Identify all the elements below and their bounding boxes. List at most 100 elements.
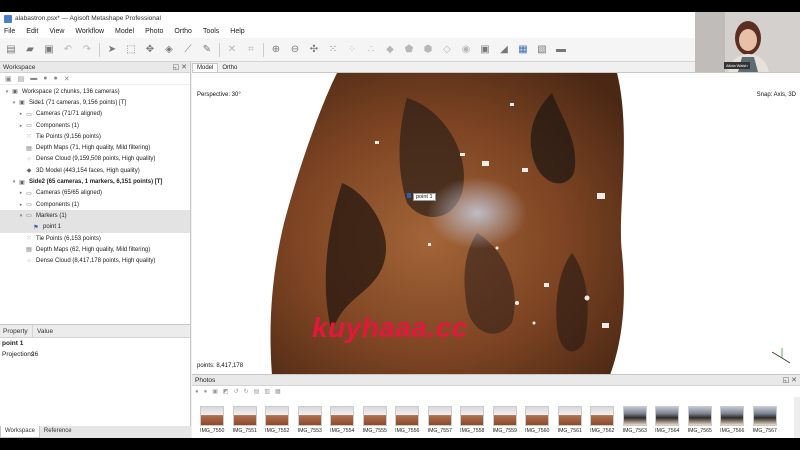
workspace-tree-item[interactable]: ▸ ▭ Components (1)	[0, 199, 190, 210]
menu-model[interactable]: Model	[115, 28, 134, 35]
navigation-cursor-icon[interactable]: ➤	[105, 43, 119, 57]
rectangle-selection-icon[interactable]: ⬚	[124, 43, 138, 57]
expand-arrow-icon[interactable]: ▸	[17, 123, 25, 129]
tab-workspace[interactable]: Workspace	[0, 426, 40, 438]
expand-arrow-icon[interactable]: ▸	[17, 202, 25, 208]
photo-thumbnail[interactable]: IMG_7560	[521, 406, 554, 434]
rotate-right-icon[interactable]: ↻	[244, 388, 249, 395]
dem-icon[interactable]: ▦	[516, 43, 530, 57]
workspace-tree-item[interactable]: ▤ Depth Maps (62, High quality, Mild filt…	[0, 244, 190, 255]
workspace-tree-item[interactable]: ⚑ point 1	[0, 221, 190, 233]
workspace-tree-item[interactable]: ▸ ▭ Cameras (71/71 aligned)	[0, 109, 190, 120]
reset-view-icon[interactable]: ✣	[307, 43, 321, 57]
workspace-tree-item[interactable]: ⁙ Tie Points (6,153 points)	[0, 233, 190, 244]
show-markers-icon[interactable]: ⁘	[345, 43, 359, 57]
expand-arrow-icon[interactable]: ▸	[17, 190, 25, 196]
expand-arrow-icon[interactable]: ▸	[17, 111, 25, 117]
workspace-tree-item[interactable]: ▸ ▭ Components (1)	[0, 120, 190, 131]
dense-cloud-icon[interactable]: ◆	[383, 43, 397, 57]
remove-photos-icon[interactable]: ●	[204, 389, 208, 395]
workspace-tree-item[interactable]: ⁘ Dense Cloud (8,417,178 points, High qua…	[0, 255, 190, 266]
photo-thumbnail[interactable]: IMG_7567	[749, 406, 782, 434]
panel-controls[interactable]: ◱ ✕	[783, 376, 797, 384]
menu-tools[interactable]: Tools	[203, 28, 219, 35]
view-mode-icon[interactable]: ▦	[275, 388, 281, 395]
remove-icon[interactable]: ✕	[64, 75, 70, 83]
workspace-tree-item[interactable]: ⁙ Tie Points (9,156 points)	[0, 131, 190, 142]
point-cloud-icon[interactable]: ∴	[364, 43, 378, 57]
photo-thumbnail[interactable]: IMG_7559	[489, 406, 522, 434]
workspace-tree-item[interactable]: ◆ 3D Model (443,154 faces, High quality)	[0, 165, 190, 176]
tiled-model-icon[interactable]: ◢	[497, 43, 511, 57]
workspace-tree-item[interactable]: ▾ ▣ Workspace (2 chunks, 136 cameras)	[0, 86, 190, 97]
panel-controls[interactable]: ◱ ✕	[173, 63, 187, 71]
photo-thumbnail[interactable]: IMG_7557	[424, 406, 457, 434]
photos-scrollbar[interactable]	[794, 397, 800, 438]
shapes-icon[interactable]: ▬	[554, 43, 568, 57]
tab-reference[interactable]: Reference	[40, 426, 76, 438]
disable-items-icon[interactable]: ●	[53, 75, 57, 82]
tab-model[interactable]: Model	[192, 63, 219, 72]
crop-selection-icon[interactable]: ⌗	[244, 43, 258, 57]
photo-thumbnail[interactable]: IMG_7556	[391, 406, 424, 434]
remove-items-icon[interactable]: ▬	[30, 75, 37, 82]
photo-thumbnail[interactable]: IMG_7555	[359, 406, 392, 434]
workspace-tree-item[interactable]: ▾ ▭ Markers (1)	[0, 210, 190, 222]
shaded-model-icon[interactable]: ⬟	[402, 43, 416, 57]
property-column-header[interactable]: Property	[0, 325, 33, 337]
photo-view-icon[interactable]: ▤	[254, 388, 260, 395]
photo-thumbnail[interactable]: IMG_7562	[586, 406, 619, 434]
orthomosaic-icon[interactable]: ▧	[535, 43, 549, 57]
photo-thumbnail[interactable]: IMG_7554	[326, 406, 359, 434]
photo-thumbnail[interactable]: IMG_7565	[684, 406, 717, 434]
mask-icon[interactable]: ▥	[264, 388, 270, 395]
expand-arrow-icon[interactable]: ▾	[3, 89, 11, 95]
show-cameras-icon[interactable]: ⁙	[326, 43, 340, 57]
menu-file[interactable]: File	[4, 28, 15, 35]
resize-region-icon[interactable]: ◈	[162, 43, 176, 57]
menu-help[interactable]: Help	[230, 28, 244, 35]
photo-thumbnail[interactable]: IMG_7566	[716, 406, 749, 434]
marker-label-point1[interactable]: point 1	[413, 193, 436, 201]
enable-cameras-icon[interactable]: ◩	[223, 388, 229, 395]
capture-view-icon[interactable]: ▣	[478, 43, 492, 57]
model-viewport[interactable]: Perspective: 30° Snap: Axis, 3D points: …	[192, 72, 800, 374]
photo-thumbnail[interactable]: IMG_7552	[261, 406, 294, 434]
photo-thumbnail[interactable]: IMG_7561	[554, 406, 587, 434]
menu-edit[interactable]: Edit	[26, 28, 38, 35]
photo-thumbnail[interactable]: IMG_7551	[229, 406, 262, 434]
menu-ortho[interactable]: Ortho	[174, 28, 192, 35]
move-object-icon[interactable]: ✥	[143, 43, 157, 57]
value-column-header[interactable]: Value	[33, 328, 53, 335]
workspace-tree-item[interactable]: ▤ Depth Maps (71, High quality, Mild filt…	[0, 142, 190, 153]
expand-arrow-icon[interactable]: ▾	[17, 213, 25, 219]
expand-arrow-icon[interactable]: ▾	[10, 179, 18, 185]
textured-model-icon[interactable]: ◉	[459, 43, 473, 57]
wireframe-model-icon[interactable]: ◇	[440, 43, 454, 57]
menu-view[interactable]: View	[49, 28, 64, 35]
zoom-out-icon[interactable]: ⊖	[288, 43, 302, 57]
photo-thumbnail[interactable]: IMG_7553	[294, 406, 327, 434]
new-file-icon[interactable]: ▤	[4, 43, 18, 57]
redo-icon[interactable]: ↷	[80, 43, 94, 57]
add-photos-icon[interactable]: ▤	[18, 75, 25, 83]
zoom-in-icon[interactable]: ⊕	[269, 43, 283, 57]
menu-photo[interactable]: Photo	[145, 28, 163, 35]
delete-selection-icon[interactable]: ✕	[225, 43, 239, 57]
draw-polyline-icon[interactable]: ✎	[200, 43, 214, 57]
add-photos-icon[interactable]: ●	[195, 389, 199, 395]
reset-filter-icon[interactable]: ▣	[212, 388, 218, 395]
undo-icon[interactable]: ↶	[61, 43, 75, 57]
workspace-tree-item[interactable]: ▸ ▭ Cameras (65/65 aligned)	[0, 188, 190, 199]
add-chunk-icon[interactable]: ▣	[5, 75, 12, 83]
ruler-icon[interactable]: ⟋	[181, 43, 195, 57]
photo-thumbnail[interactable]: IMG_7563	[619, 406, 652, 434]
save-icon[interactable]: ▣	[42, 43, 56, 57]
workspace-tree-item[interactable]: ▾ ▣ Side2 (65 cameras, 1 markers, 6,151 po…	[0, 176, 190, 187]
photo-thumbnail[interactable]: IMG_7558	[456, 406, 489, 434]
workspace-tree-item[interactable]: ⁘ Dense Cloud (9,159,508 points, High qua…	[0, 154, 190, 165]
photo-thumbnail[interactable]: IMG_7550	[196, 406, 229, 434]
rotate-left-icon[interactable]: ↺	[234, 388, 239, 395]
tab-ortho[interactable]: Ortho	[218, 64, 241, 72]
solid-model-icon[interactable]: ⬢	[421, 43, 435, 57]
